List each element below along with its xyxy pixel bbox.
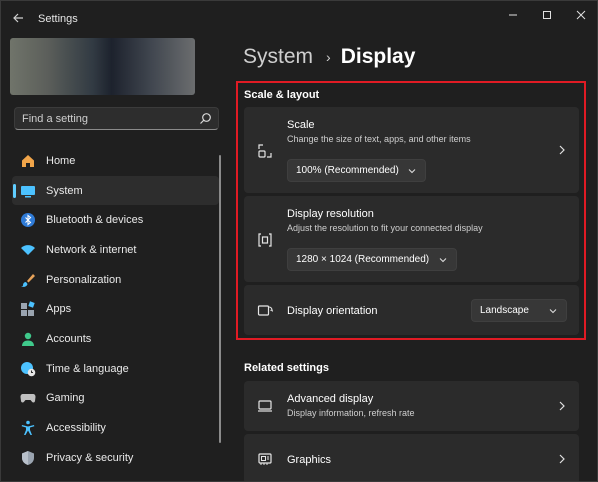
sidebar-item-apps[interactable]: Apps [12, 294, 219, 324]
apps-icon [20, 301, 36, 317]
sidebar-item-label: Personalization [46, 273, 122, 286]
sidebar-item-privacy-security[interactable]: Privacy & security [12, 443, 219, 473]
scale-description: Change the size of text, apps, and other… [287, 134, 471, 144]
back-arrow-icon [13, 13, 23, 23]
sidebar-item-bluetooth[interactable]: Bluetooth & devices [12, 205, 219, 235]
sidebar-item-label: Bluetooth & devices [46, 214, 144, 227]
title-bar: Settings [1, 1, 597, 33]
system-icon [20, 183, 36, 199]
advanced-display-card[interactable]: Advanced display Display information, re… [244, 381, 579, 431]
chevron-right-icon[interactable] [557, 401, 567, 411]
sidebar-item-personalization[interactable]: Personalization [12, 265, 219, 295]
display-orientation-card[interactable]: Display orientation Landscape [244, 285, 579, 335]
sidebar-item-network[interactable]: Network & internet [12, 235, 219, 265]
minimize-icon [509, 14, 517, 16]
chevron-down-icon [408, 169, 416, 174]
display-resolution-title: Display resolution [287, 208, 374, 220]
sidebar-nav: Home System Bluetooth & devices Network … [12, 146, 219, 473]
scale-card[interactable]: Scale Change the size of text, apps, and… [244, 107, 579, 193]
close-icon [576, 10, 586, 20]
search-input[interactable]: Find a setting [14, 107, 219, 130]
breadcrumb-parent[interactable]: System [243, 45, 313, 69]
close-button[interactable] [567, 6, 595, 24]
section-heading-scale-layout: Scale & layout [244, 89, 320, 101]
shield-icon [20, 450, 36, 466]
advanced-display-description: Display information, refresh rate [287, 408, 415, 418]
brush-icon [20, 272, 36, 288]
sidebar-item-accessibility[interactable]: Accessibility [12, 413, 219, 443]
monitor-icon [258, 400, 272, 412]
search-placeholder: Find a setting [22, 113, 89, 125]
chevron-right-icon[interactable] [557, 145, 567, 155]
display-orientation-title: Display orientation [287, 305, 378, 317]
sidebar-item-time-language[interactable]: Time & language [12, 354, 219, 384]
minimize-button[interactable] [499, 6, 527, 24]
sidebar-item-accounts[interactable]: Accounts [12, 324, 219, 354]
resolution-dropdown-value: 1280 × 1024 (Recommended) [296, 254, 430, 265]
accounts-icon [20, 331, 36, 347]
graphics-card[interactable]: Graphics [244, 434, 579, 481]
sidebar-item-label: Apps [46, 303, 72, 316]
resolution-icon [258, 233, 272, 247]
chevron-down-icon [439, 258, 447, 263]
advanced-display-title: Advanced display [287, 393, 374, 405]
accessibility-icon [20, 420, 36, 436]
graphics-card-icon [258, 453, 272, 465]
window-title: Settings [38, 13, 78, 25]
sidebar-item-label: Accounts [46, 332, 92, 345]
sidebar-item-system[interactable]: System [12, 175, 219, 206]
back-button[interactable] [9, 9, 27, 27]
bluetooth-icon [20, 212, 36, 228]
scale-title: Scale [287, 119, 315, 131]
sidebar-item-label: Gaming [46, 392, 85, 405]
sidebar-item-label: Home [46, 154, 76, 167]
breadcrumb-separator: › [326, 49, 331, 65]
sidebar-item-label: Network & internet [46, 243, 137, 256]
sidebar-item-label: System [46, 184, 83, 197]
home-icon [20, 153, 36, 169]
user-profile-banner[interactable] [10, 38, 195, 95]
orientation-icon [257, 305, 273, 316]
search-icon[interactable] [199, 112, 212, 125]
section-heading-related-settings: Related settings [244, 362, 329, 374]
maximize-icon [543, 11, 551, 19]
sidebar-item-label: Privacy & security [46, 451, 134, 464]
scale-dropdown[interactable]: 100% (Recommended) [287, 159, 426, 182]
orientation-dropdown-value: Landscape [480, 305, 529, 316]
maximize-button[interactable] [533, 6, 561, 24]
sidebar-item-gaming[interactable]: Gaming [12, 384, 219, 414]
resolution-dropdown[interactable]: 1280 × 1024 (Recommended) [287, 248, 457, 271]
chevron-right-icon[interactable] [557, 454, 567, 464]
sidebar-item-label: Time & language [46, 362, 129, 375]
sidebar-scrollbar[interactable] [219, 155, 221, 443]
graphics-title: Graphics [287, 454, 332, 466]
settings-window: Settings Find a setting Home System Blue… [0, 0, 598, 482]
page-title: Display [340, 45, 416, 68]
sidebar-item-home[interactable]: Home [12, 146, 219, 176]
orientation-dropdown[interactable]: Landscape [471, 299, 567, 322]
wifi-icon [20, 242, 36, 258]
display-resolution-card[interactable]: Display resolution Adjust the resolution… [244, 196, 579, 282]
gamepad-icon [20, 390, 36, 406]
breadcrumb: System › Display [243, 45, 415, 69]
chevron-down-icon [549, 309, 557, 314]
display-resolution-description: Adjust the resolution to fit your connec… [287, 223, 483, 233]
scale-icon [258, 144, 272, 158]
sidebar-item-label: Accessibility [46, 422, 106, 435]
globe-clock-icon [20, 361, 36, 377]
scale-dropdown-value: 100% (Recommended) [296, 165, 399, 176]
